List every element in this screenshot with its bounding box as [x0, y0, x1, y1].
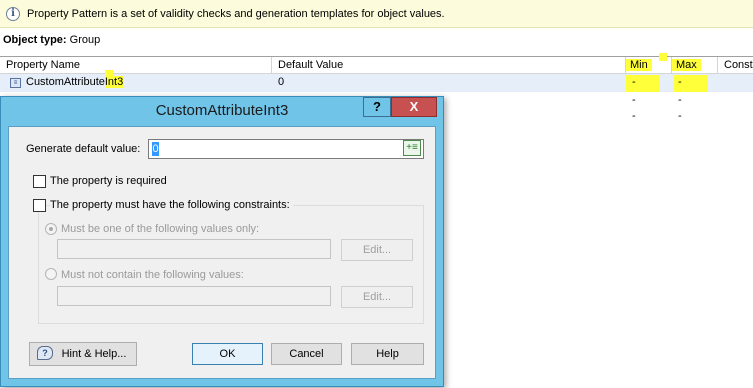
- property-name-prefix: CustomAttribute: [26, 76, 105, 88]
- not-contain-values-field[interactable]: [57, 286, 331, 306]
- not-contain-label: Must not contain the following values:: [61, 269, 244, 281]
- row-min-value: -: [632, 76, 636, 88]
- row-max-value: -: [678, 76, 682, 88]
- row-min-value: -: [632, 94, 636, 106]
- column-header-constraints[interactable]: Constr: [718, 57, 753, 74]
- one-of-radio[interactable]: [45, 223, 57, 235]
- hint-help-label: Hint & Help...: [61, 348, 127, 360]
- close-button[interactable]: X: [391, 97, 437, 117]
- max-header-label: Max: [672, 59, 701, 71]
- row-max-value: -: [678, 94, 682, 106]
- property-icon: ≡: [10, 78, 21, 88]
- help-button[interactable]: Help: [351, 343, 424, 365]
- object-type-value: Group: [69, 34, 101, 46]
- ok-button[interactable]: OK: [192, 343, 263, 365]
- constraints-label[interactable]: The property must have the following con…: [50, 199, 293, 211]
- one-of-values-field[interactable]: [57, 239, 331, 259]
- required-checkbox[interactable]: [33, 175, 46, 188]
- property-name-suffix: Int3: [104, 76, 124, 88]
- not-contain-radio[interactable]: [45, 268, 57, 280]
- column-header-property-name[interactable]: Property Name: [0, 57, 272, 74]
- required-label[interactable]: The property is required: [50, 175, 167, 187]
- edit-button[interactable]: Edit...: [341, 239, 413, 261]
- one-of-label: Must be one of the following values only…: [61, 223, 260, 235]
- object-type-label: Object type:: [3, 34, 67, 46]
- info-message: Property Pattern is a set of validity ch…: [27, 8, 445, 20]
- min-header-label: Min: [626, 59, 652, 71]
- insert-template-icon[interactable]: +≡: [403, 140, 421, 156]
- generate-default-input[interactable]: [148, 139, 424, 159]
- help-icon[interactable]: ?: [363, 97, 391, 117]
- constraints-checkbox[interactable]: [33, 199, 46, 212]
- hint-icon: ?: [37, 346, 53, 360]
- row-property-name: CustomAttributeInt3: [26, 74, 124, 91]
- column-header-max[interactable]: Max: [672, 57, 718, 74]
- cancel-button[interactable]: Cancel: [271, 343, 342, 365]
- row-min-value: -: [632, 110, 636, 122]
- row-default-value: 0: [278, 76, 285, 88]
- hint-help-button[interactable]: ? Hint & Help...: [29, 342, 137, 366]
- generate-default-value: 0: [152, 142, 159, 156]
- object-type: Object type: Group: [3, 34, 100, 46]
- highlight-mark: [105, 70, 113, 76]
- highlight-mark: [659, 53, 667, 61]
- info-icon: i: [6, 7, 20, 21]
- generate-default-label: Generate default value:: [26, 143, 141, 155]
- edit-button[interactable]: Edit...: [341, 286, 413, 308]
- column-header-default-value[interactable]: Default Value: [272, 57, 626, 74]
- row-max-value: -: [678, 110, 682, 122]
